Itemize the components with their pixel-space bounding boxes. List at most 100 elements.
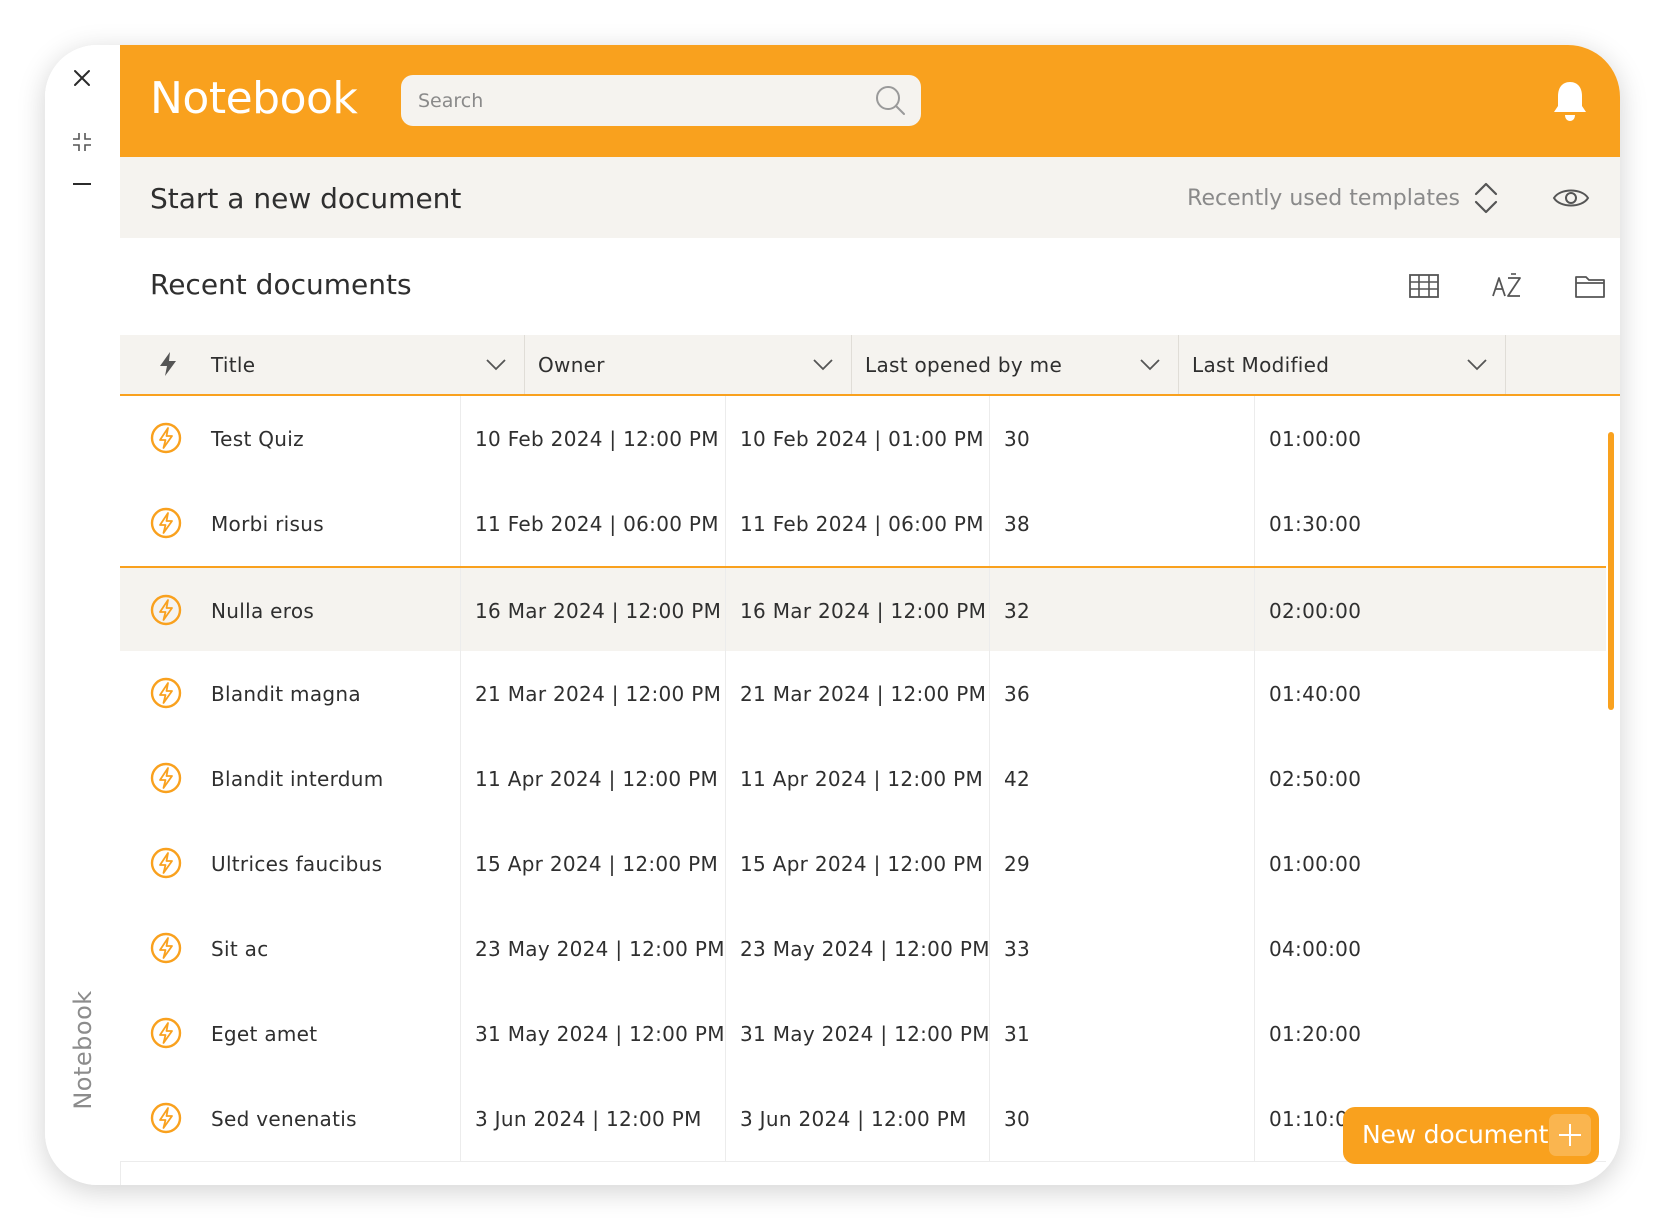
window-rail: Notebook xyxy=(45,45,121,1185)
search-input[interactable] xyxy=(416,88,850,113)
cell-count: 30 xyxy=(989,396,1030,481)
cell-title: Morbi risus xyxy=(211,511,324,536)
cell-title: Blandit interdum xyxy=(211,766,384,791)
new-document-bar: Start a new document Recently used templ… xyxy=(120,157,1620,238)
table-grid-icon xyxy=(1409,274,1439,298)
bolt-circle-icon xyxy=(150,594,182,626)
recent-templates-selector[interactable]: Recently used templates xyxy=(1187,186,1460,211)
cell-owner: 11 Apr 2024 | 12:00 PM xyxy=(460,736,718,821)
new-document-button[interactable]: New document xyxy=(1343,1107,1599,1164)
bolt-circle-icon xyxy=(150,762,182,794)
cell-modified: 02:50:00 xyxy=(1254,736,1361,821)
recent-documents-title: Recent documents xyxy=(150,268,412,301)
plus-icon xyxy=(1549,1114,1591,1156)
bolt-circle-icon xyxy=(150,1017,182,1049)
cell-opened: 16 Mar 2024 | 12:00 PM xyxy=(725,568,986,653)
cell-modified: 01:40:00 xyxy=(1254,651,1361,736)
cell-title: Sed venenatis xyxy=(211,1106,357,1131)
minimize-button[interactable] xyxy=(62,164,102,204)
column-header-owner[interactable]: Owner xyxy=(524,335,852,394)
sort-az-button[interactable] xyxy=(1489,268,1525,304)
cell-opened: 10 Feb 2024 | 01:00 PM xyxy=(725,396,984,481)
notification-bell-icon[interactable] xyxy=(1550,79,1590,123)
bolt-circle-icon xyxy=(150,507,182,539)
column-header-last-opened[interactable]: Last opened by me xyxy=(851,335,1179,394)
main-panel: Notebook Start a new document Recently u… xyxy=(120,45,1620,1185)
column-header-title[interactable]: Title xyxy=(197,335,525,394)
recent-documents-bar: Recent documents xyxy=(120,238,1620,335)
cell-count: 31 xyxy=(989,991,1030,1076)
cell-count: 32 xyxy=(989,568,1030,653)
cell-title: Blandit magna xyxy=(211,681,361,706)
bolt-circle-icon xyxy=(150,932,182,964)
table-row[interactable]: Blandit magna 21 Mar 2024 | 12:00 PM 21 Ma… xyxy=(120,651,1606,737)
cell-owner: 15 Apr 2024 | 12:00 PM xyxy=(460,821,718,906)
cell-owner: 23 May 2024 | 12:00 PM xyxy=(460,906,725,991)
minimize-icon xyxy=(73,183,91,185)
rail-app-label: Notebook xyxy=(69,990,97,1110)
cell-opened: 11 Apr 2024 | 12:00 PM xyxy=(725,736,983,821)
table-row[interactable]: Morbi risus 11 Feb 2024 | 06:00 PM 11 Feb … xyxy=(120,481,1606,567)
cell-count: 38 xyxy=(989,481,1030,566)
bolt-circle-icon xyxy=(150,847,182,879)
cell-count: 29 xyxy=(989,821,1030,906)
bolt-circle-icon xyxy=(150,422,182,454)
table-row[interactable]: Blandit interdum 11 Apr 2024 | 12:00 PM 11… xyxy=(120,736,1606,822)
cell-modified: 01:20:00 xyxy=(1254,991,1361,1076)
folder-button[interactable] xyxy=(1572,268,1608,304)
column-header-label: Title xyxy=(211,352,256,377)
cell-modified: 01:00:00 xyxy=(1254,821,1361,906)
sort-az-icon xyxy=(1492,273,1521,297)
cell-opened: 31 May 2024 | 12:00 PM xyxy=(725,991,990,1076)
scrollbar-thumb[interactable] xyxy=(1608,432,1614,710)
table-row[interactable]: Test Quiz 10 Feb 2024 | 12:00 PM 10 Feb 20… xyxy=(120,396,1606,482)
cell-count: 36 xyxy=(989,651,1030,736)
cell-title: Ultrices faucibus xyxy=(211,851,383,876)
table-row[interactable]: Sit ac 23 May 2024 | 12:00 PM 23 May 2024 … xyxy=(120,906,1606,992)
column-header-label: Last opened by me xyxy=(865,352,1063,377)
new-document-label: New document xyxy=(1362,1120,1549,1149)
table-row[interactable]: Ultrices faucibus 15 Apr 2024 | 12:00 PM 1… xyxy=(120,821,1606,907)
cell-title: Test Quiz xyxy=(211,426,304,451)
documents-table-body: Test Quiz 10 Feb 2024 | 12:00 PM 10 Feb 20… xyxy=(120,396,1620,1185)
cell-count: 30 xyxy=(989,1076,1030,1161)
cell-owner: 3 Jun 2024 | 12:00 PM xyxy=(460,1076,702,1161)
cell-owner: 21 Mar 2024 | 12:00 PM xyxy=(460,651,721,736)
cell-title: Sit ac xyxy=(211,936,269,961)
cell-count: 42 xyxy=(989,736,1030,821)
collapse-button[interactable] xyxy=(62,122,102,162)
expand-collapse-icon[interactable] xyxy=(1472,180,1500,216)
eye-icon[interactable] xyxy=(1552,185,1590,211)
collapse-icon xyxy=(73,133,91,151)
cell-owner: 31 May 2024 | 12:00 PM xyxy=(460,991,725,1076)
chevron-down-icon xyxy=(1140,359,1160,371)
table-row[interactable]: Nulla eros 16 Mar 2024 | 12:00 PM 16 Mar 2… xyxy=(120,566,1606,655)
search-box[interactable] xyxy=(401,75,921,126)
table-header: Title Owner Last opened by me Last Modif… xyxy=(120,335,1620,396)
bolt-icon xyxy=(160,352,176,376)
cell-opened: 23 May 2024 | 12:00 PM xyxy=(725,906,990,991)
cell-title: Eget amet xyxy=(211,1021,318,1046)
cell-owner: 11 Feb 2024 | 06:00 PM xyxy=(460,481,719,566)
chevron-down-icon xyxy=(813,359,833,371)
cell-opened: 15 Apr 2024 | 12:00 PM xyxy=(725,821,983,906)
new-document-title: Start a new document xyxy=(150,182,462,215)
table-row[interactable]: Eget amet 31 May 2024 | 12:00 PM 31 May 20… xyxy=(120,991,1606,1077)
grid-view-button[interactable] xyxy=(1406,268,1442,304)
cell-opened: 21 Mar 2024 | 12:00 PM xyxy=(725,651,986,736)
search-icon[interactable] xyxy=(874,84,907,117)
cell-opened: 3 Jun 2024 | 12:00 PM xyxy=(725,1076,967,1161)
folder-icon xyxy=(1575,276,1605,298)
close-icon xyxy=(74,70,90,86)
cell-count: 33 xyxy=(989,906,1030,991)
cell-opened: 11 Feb 2024 | 06:00 PM xyxy=(725,481,984,566)
cell-title: Nulla eros xyxy=(211,598,315,623)
close-button[interactable] xyxy=(62,58,102,98)
column-header-last-modified[interactable]: Last Modified xyxy=(1178,335,1506,394)
cell-owner: 10 Feb 2024 | 12:00 PM xyxy=(460,396,719,481)
chevron-down-icon xyxy=(486,359,506,371)
cell-modified: 04:00:00 xyxy=(1254,906,1361,991)
column-header-label: Last Modified xyxy=(1192,352,1330,377)
cell-modified: 02:00:00 xyxy=(1254,568,1361,653)
top-bar: Notebook xyxy=(120,45,1620,157)
